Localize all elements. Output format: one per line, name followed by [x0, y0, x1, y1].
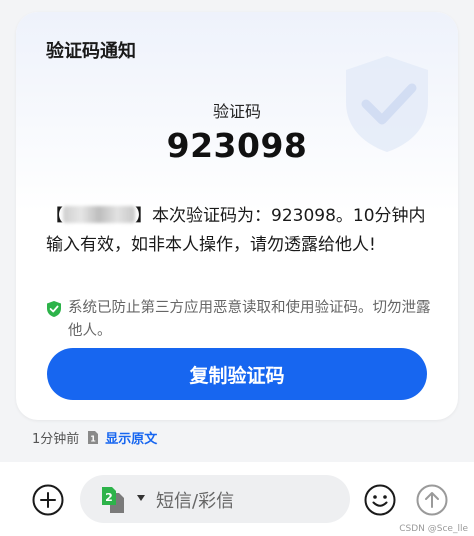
sms-placeholder: 短信/彩信 — [156, 491, 235, 512]
watermark: CSDN @Sce_lle — [399, 524, 468, 534]
verification-code-card: 验证码通知 验证码 923098 【】本次验证码为：923098。10分钟内输入… — [16, 12, 458, 420]
message-meta: 1分钟前 1 显示原文 — [32, 427, 157, 447]
card-title: 验证码通知 — [46, 41, 136, 62]
message-prefix: 【 — [46, 206, 63, 226]
sender-name-redacted — [63, 206, 135, 223]
copy-code-button[interactable]: 复制验证码 — [47, 348, 427, 400]
add-icon[interactable] — [31, 483, 65, 517]
send-icon[interactable] — [415, 483, 449, 517]
view-original-link[interactable]: 显示原文 — [105, 428, 157, 447]
message-text[interactable]: 【】本次验证码为：923098。10分钟内输入有效，如非本人操作，请勿透露给他人… — [46, 202, 438, 260]
code-label: 验证码 — [212, 102, 261, 121]
chevron-down-icon[interactable] — [136, 494, 146, 502]
message-time: 1分钟前 — [32, 431, 80, 447]
message-input-bar: 2 短信/彩信 CSDN @Sce_lle — [0, 462, 474, 536]
sms-input-field[interactable]: 2 短信/彩信 — [80, 475, 350, 523]
emoji-icon[interactable] — [363, 483, 397, 517]
sim-badge-number: 1 — [90, 434, 96, 443]
security-note-text: 系统已防止第三方应用恶意读取和使用验证码。切勿泄露他人。 — [68, 300, 431, 339]
sim-card-icon: 1 — [88, 430, 99, 444]
sim-number: 2 — [105, 491, 113, 504]
verification-code[interactable]: 923098 — [16, 126, 458, 165]
sim-card-icon[interactable]: 2 — [100, 485, 132, 515]
security-note: 系统已防止第三方应用恶意读取和使用验证码。切勿泄露他人。 — [46, 297, 438, 343]
shield-check-icon — [47, 301, 61, 317]
